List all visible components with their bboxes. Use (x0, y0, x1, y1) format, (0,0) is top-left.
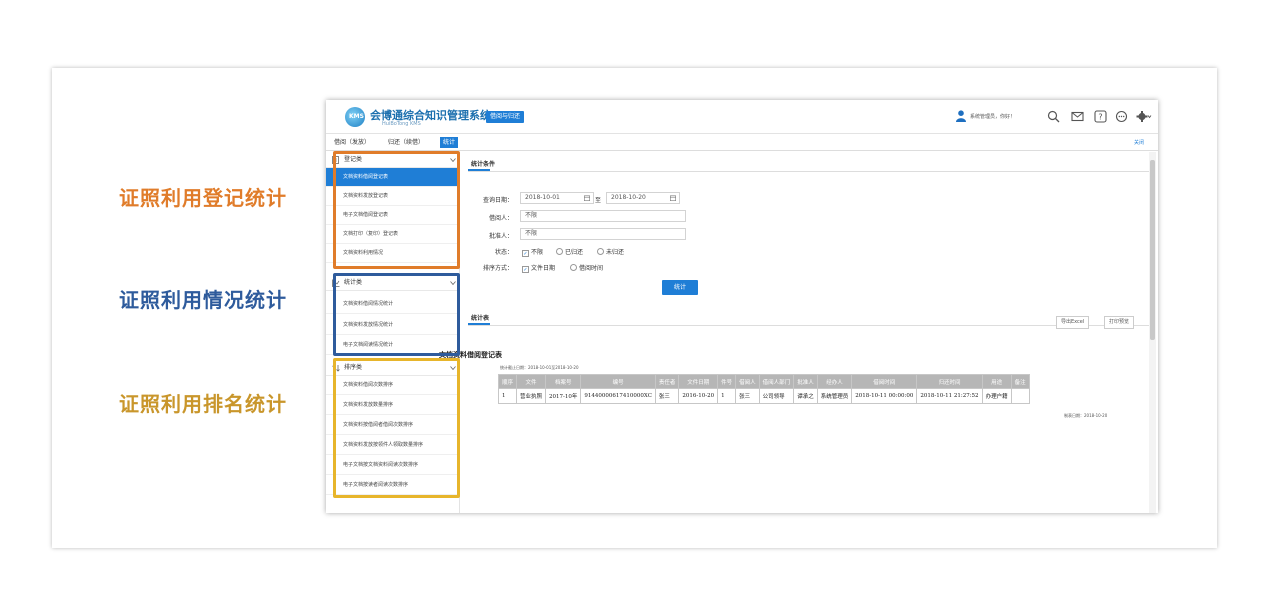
date-to-value: 2018-10-20 (611, 194, 646, 201)
column-header: 借阅人 (735, 374, 760, 389)
statistics-button[interactable]: 统计 (662, 280, 698, 295)
callout-usage-stats: 证照利用情况统计 (119, 288, 287, 312)
approver-label: 批准人： (488, 233, 513, 240)
column-header: 借阅人部门 (758, 374, 795, 389)
date-to-input[interactable]: 2018-10-20 (606, 192, 680, 204)
user-avatar-icon[interactable] (956, 110, 966, 122)
column-header: 备注 (1010, 374, 1030, 389)
table-cell: 张三 (654, 388, 680, 404)
tab-bar: 借阅（发放） 归还（续借） 统计 关闭 (326, 134, 1158, 151)
tab-return[interactable]: 归还（续借） (388, 137, 424, 148)
column-header: 文件日期 (678, 374, 719, 389)
radio-button[interactable] (570, 264, 577, 271)
table-cell: 2016-10-20 (678, 388, 719, 404)
report-range-note: 统计截止日期：2018-10-01至2018-10-20 (500, 365, 579, 370)
table-header-row: 顺序 文件 档案号 编号 责任者 文件日期 件号 借阅人 借阅人部门 批准人 经… (497, 374, 1030, 389)
table-cell: 系统管理员 (816, 388, 853, 404)
table-cell: 2018-10-11 21:27:52 (916, 388, 983, 404)
sort-option-borrow-time[interactable]: 借阅时间 (570, 263, 603, 272)
approver-value: 不限 (525, 230, 538, 237)
search-icon[interactable] (1047, 110, 1060, 123)
gear-icon[interactable] (1136, 110, 1152, 123)
table-cell: 谭承之 (793, 388, 818, 404)
report-section-title: 统计表 (471, 315, 490, 322)
status-option-unreturned[interactable]: 未归还 (597, 247, 624, 256)
status-option-all[interactable]: ✓ 不限 (522, 247, 543, 257)
highlight-frame-statistics (333, 273, 460, 356)
sort-label: 排序方式： (482, 265, 513, 272)
table-cell: 2018-10-11 00:00:00 (851, 388, 918, 404)
sort-option-file-date[interactable]: ✓ 文件日期 (522, 263, 555, 273)
status-option-returned[interactable]: 已归还 (556, 247, 583, 256)
column-header: 件号 (717, 374, 737, 389)
scrollbar[interactable] (1149, 152, 1156, 513)
checkbox-checked[interactable]: ✓ (522, 266, 529, 273)
table-cell: 2017-10年 (545, 388, 582, 404)
column-header: 责任者 (654, 374, 680, 389)
column-header: 档案号 (545, 374, 582, 389)
column-header: 文件 (516, 374, 547, 389)
table-row: 1 营业执照 2017-10年 91440000617410000XC 张三 2… (497, 388, 1030, 404)
column-header: 用途 (981, 374, 1012, 389)
column-header: 编号 (580, 374, 656, 389)
highlight-frame-ranking (333, 358, 460, 498)
approver-input[interactable]: 不限 (520, 228, 686, 240)
mail-icon[interactable] (1071, 110, 1084, 123)
table-cell: 营业执照 (516, 388, 547, 404)
export-excel-button[interactable]: 导出Excel (1056, 316, 1090, 329)
app-subtitle: HuiBoTong KMS (382, 121, 421, 127)
top-bar: KMS 会博通综合知识管理系统 HuiBoTong KMS 借阅与归还 系统管理… (326, 100, 1158, 134)
column-header: 批准人 (793, 374, 818, 389)
callout-register-stats: 证照利用登记统计 (119, 186, 287, 210)
radio-button[interactable] (556, 248, 563, 255)
conditions-divider (468, 171, 1152, 172)
radio-button[interactable] (597, 248, 604, 255)
tab-borrow[interactable]: 借阅（发放） (334, 137, 370, 148)
scrollbar-thumb[interactable] (1150, 160, 1155, 340)
report-divider (468, 325, 1152, 326)
table-cell: 1 (717, 388, 737, 404)
close-link[interactable]: 关闭 (1134, 139, 1144, 146)
callout-ranking-stats: 证照利用排名统计 (119, 392, 287, 416)
column-header: 借阅时间 (851, 374, 918, 389)
module-button-borrow-return[interactable]: 借阅与归还 (486, 111, 525, 123)
logo-icon: KMS (345, 107, 365, 127)
conditions-section-title: 统计条件 (471, 161, 496, 168)
checkbox-checked[interactable]: ✓ (522, 250, 529, 257)
column-header: 经办人 (816, 374, 853, 389)
table-cell (1010, 388, 1030, 404)
borrower-input[interactable]: 不限 (520, 210, 686, 222)
report-made-note: 制表日期：2018-10-20 (1064, 413, 1108, 418)
report-table: 顺序 文件 档案号 编号 责任者 文件日期 件号 借阅人 借阅人部门 批准人 经… (497, 374, 1030, 404)
table-cell: 公司领导 (758, 388, 795, 404)
column-header: 顺序 (497, 374, 518, 389)
tab-statistics[interactable]: 统计 (440, 137, 459, 148)
borrower-value: 不限 (525, 212, 538, 219)
status-label: 状态： (494, 249, 513, 256)
user-greeting: 系统管理员，你好！ (970, 114, 1016, 120)
table-cell: 91440000617410000XC (580, 388, 656, 404)
main-content: 统计条件 查询日期： 2018-10-01 至 2018-10-20 借阅人： … (462, 152, 1152, 513)
table-cell: 张三 (735, 388, 760, 404)
date-to-label: 至 (594, 197, 601, 204)
highlight-frame-register (333, 151, 460, 269)
chat-icon[interactable] (1115, 110, 1128, 123)
table-cell: 1 (497, 388, 518, 404)
table-cell: 办理户籍 (981, 388, 1012, 404)
print-preview-button[interactable]: 打印预览 (1104, 316, 1135, 329)
svg-text:?: ? (1098, 112, 1102, 121)
query-date-label: 查询日期： (482, 197, 513, 204)
help-icon[interactable]: ? (1094, 110, 1107, 123)
borrower-label: 借阅人： (488, 215, 513, 222)
column-header: 归还时间 (916, 374, 983, 389)
calendar-icon[interactable] (670, 195, 676, 201)
